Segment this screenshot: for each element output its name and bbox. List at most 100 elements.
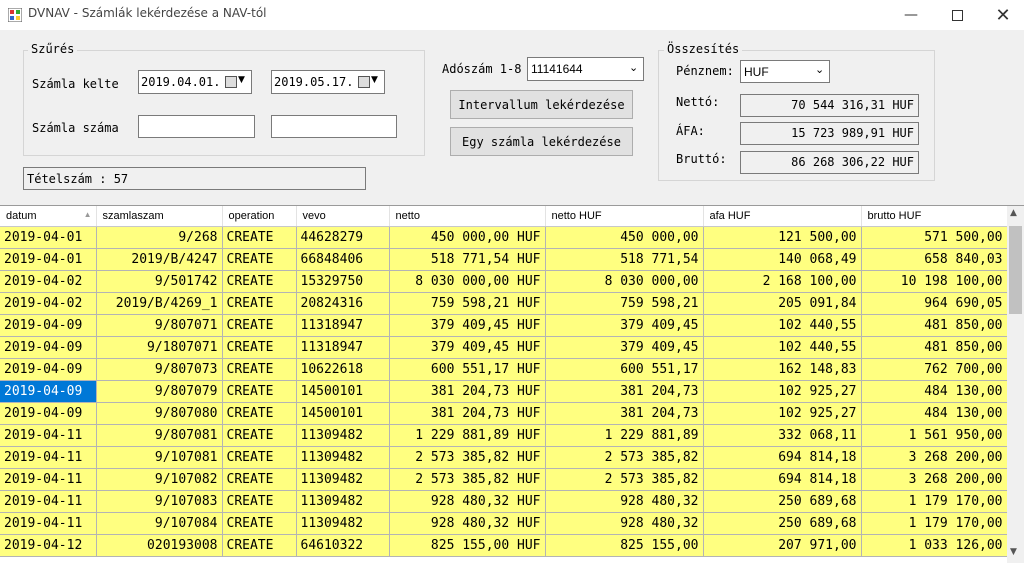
table-cell-afa-HUF[interactable]: 332 068,11 [703,424,862,447]
single-invoice-query-button[interactable]: Egy számla lekérdezése [450,127,633,156]
table-row[interactable]: 2019-04-09 9/807073 CREATE 10622618 600 551,… [0,358,1008,381]
date-to-picker[interactable]: 2019.05.17. ▼ [271,70,385,94]
table-cell-netto-HUF[interactable]: 8 030 000,00 [545,270,704,293]
table-cell-szamlaszam[interactable]: 2019/B/4247 [96,248,223,271]
table-cell-brutto-HUF[interactable]: 10 198 100,00 [861,270,1008,293]
table-cell-netto-HUF[interactable]: 379 409,45 [545,314,704,337]
table-cell-afa-HUF[interactable]: 205 091,84 [703,292,862,315]
table-cell-netto-HUF[interactable]: 928 480,32 [545,490,704,513]
table-cell-vevo[interactable]: 64610322 [296,534,390,557]
table-cell-afa-HUF[interactable]: 102 440,55 [703,314,862,337]
column-header-1[interactable]: szamlaszam [96,206,223,227]
table-cell-brutto-HUF[interactable]: 1 179 170,00 [861,490,1008,513]
table-cell-szamlaszam[interactable]: 9/807080 [96,402,223,425]
table-cell-operation[interactable]: CREATE [222,226,297,249]
currency-select[interactable]: HUF ⌄ [740,60,830,83]
table-cell-vevo[interactable]: 14500101 [296,380,390,403]
scroll-up-icon[interactable]: ▲ [1010,208,1017,218]
table-cell-netto[interactable]: 825 155,00 HUF [389,534,546,557]
column-header-3[interactable]: vevo [296,206,390,227]
table-row[interactable]: 2019-04-01 2019/B/4247 CREATE 66848406 518 7… [0,248,1008,271]
table-row[interactable]: 2019-04-02 9/501742 CREATE 15329750 8 030 00… [0,270,1008,293]
table-cell-brutto-HUF[interactable]: 964 690,05 [861,292,1008,315]
column-header-4[interactable]: netto [389,206,546,227]
invoice-number-to-input[interactable] [271,115,397,138]
table-cell-brutto-HUF[interactable]: 1 561 950,00 [861,424,1008,447]
interval-query-button[interactable]: Intervallum lekérdezése [450,90,633,119]
table-cell-afa-HUF[interactable]: 121 500,00 [703,226,862,249]
table-cell-netto-HUF[interactable]: 518 771,54 [545,248,704,271]
table-cell-netto[interactable]: 379 409,45 HUF [389,314,546,337]
table-cell-netto[interactable]: 381 204,73 HUF [389,402,546,425]
table-cell-operation[interactable]: CREATE [222,270,297,293]
table-row[interactable]: 2019-04-01 9/268 CREATE 44628279 450 000,00 … [0,226,1008,249]
table-cell-vevo[interactable]: 11318947 [296,336,390,359]
table-cell-operation[interactable]: CREATE [222,512,297,535]
table-cell-szamlaszam[interactable]: 9/1807071 [96,336,223,359]
table-row[interactable]: 2019-04-09 9/807080 CREATE 14500101 381 204,… [0,402,1008,425]
invoice-number-from-input[interactable] [138,115,255,138]
table-cell-operation[interactable]: CREATE [222,358,297,381]
table-cell-operation[interactable]: CREATE [222,248,297,271]
table-cell-szamlaszam[interactable]: 9/107083 [96,490,223,513]
table-cell-vevo[interactable]: 11309482 [296,446,390,469]
table-row[interactable]: 2019-04-09 9/1807071 CREATE 11318947 379 409… [0,336,1008,359]
table-cell-szamlaszam[interactable]: 9/501742 [96,270,223,293]
table-row[interactable]: 2019-04-09 9/807079 CREATE 14500101 381 204,… [0,380,1008,403]
table-cell-szamlaszam[interactable]: 9/107081 [96,446,223,469]
table-cell-netto-HUF[interactable]: 381 204,73 [545,380,704,403]
table-cell-netto[interactable]: 600 551,17 HUF [389,358,546,381]
table-cell-netto-HUF[interactable]: 2 573 385,82 [545,446,704,469]
table-cell-szamlaszam[interactable]: 9/807071 [96,314,223,337]
table-cell-datum[interactable]: 2019-04-11 [0,490,97,513]
table-cell-brutto-HUF[interactable]: 1 179 170,00 [861,512,1008,535]
column-header-0[interactable]: datum ▲ [0,206,97,227]
table-cell-afa-HUF[interactable]: 102 925,27 [703,380,862,403]
table-cell-afa-HUF[interactable]: 207 971,00 [703,534,862,557]
column-header-7[interactable]: brutto HUF [861,206,1008,227]
table-cell-datum[interactable]: 2019-04-02 [0,292,97,315]
table-cell-vevo[interactable]: 66848406 [296,248,390,271]
table-cell-netto[interactable]: 759 598,21 HUF [389,292,546,315]
table-cell-netto[interactable]: 8 030 000,00 HUF [389,270,546,293]
table-cell-operation[interactable]: CREATE [222,490,297,513]
column-header-2[interactable]: operation [222,206,297,227]
table-cell-netto-HUF[interactable]: 1 229 881,89 [545,424,704,447]
scroll-down-icon[interactable]: ▼ [1010,547,1017,557]
table-cell-vevo[interactable]: 11309482 [296,468,390,491]
table-cell-afa-HUF[interactable]: 694 814,18 [703,468,862,491]
table-cell-brutto-HUF[interactable]: 484 130,00 [861,402,1008,425]
table-cell-afa-HUF[interactable]: 250 689,68 [703,512,862,535]
column-header-6[interactable]: afa HUF [703,206,862,227]
table-cell-szamlaszam[interactable]: 2019/B/4269_1 [96,292,223,315]
table-cell-szamlaszam[interactable]: 9/807073 [96,358,223,381]
table-cell-operation[interactable]: CREATE [222,424,297,447]
table-cell-datum[interactable]: 2019-04-12 [0,534,97,557]
table-cell-datum[interactable]: 2019-04-11 [0,512,97,535]
table-cell-brutto-HUF[interactable]: 484 130,00 [861,380,1008,403]
tax-number-select[interactable]: 11141644 ⌄ [527,57,644,81]
table-cell-netto[interactable]: 379 409,45 HUF [389,336,546,359]
table-cell-brutto-HUF[interactable]: 481 850,00 [861,314,1008,337]
table-cell-operation[interactable]: CREATE [222,446,297,469]
table-row[interactable]: 2019-04-02 2019/B/4269_1 CREATE 20824316 759… [0,292,1008,315]
scrollbar-thumb[interactable] [1009,226,1022,314]
table-cell-brutto-HUF[interactable]: 481 850,00 [861,336,1008,359]
table-cell-afa-HUF[interactable]: 102 925,27 [703,402,862,425]
invoice-grid[interactable]: datum ▲ szamlaszam operation vevo netto netto … [0,205,1024,564]
table-cell-operation[interactable]: CREATE [222,336,297,359]
table-cell-netto-HUF[interactable]: 2 573 385,82 [545,468,704,491]
table-cell-operation[interactable]: CREATE [222,292,297,315]
table-cell-operation[interactable]: CREATE [222,468,297,491]
table-cell-netto-HUF[interactable]: 379 409,45 [545,336,704,359]
table-cell-netto[interactable]: 2 573 385,82 HUF [389,446,546,469]
table-cell-szamlaszam[interactable]: 9/107082 [96,468,223,491]
table-row[interactable]: 2019-04-11 9/107081 CREATE 11309482 2 573 38… [0,446,1008,469]
table-row[interactable]: 2019-04-11 9/807081 CREATE 11309482 1 229 88… [0,424,1008,447]
table-row[interactable]: 2019-04-11 9/107082 CREATE 11309482 2 573 38… [0,468,1008,491]
table-cell-szamlaszam[interactable]: 9/268 [96,226,223,249]
table-cell-datum[interactable]: 2019-04-09 [0,314,97,337]
table-cell-netto[interactable]: 928 480,32 HUF [389,490,546,513]
table-cell-vevo[interactable]: 11309482 [296,490,390,513]
table-cell-vevo[interactable]: 11318947 [296,314,390,337]
